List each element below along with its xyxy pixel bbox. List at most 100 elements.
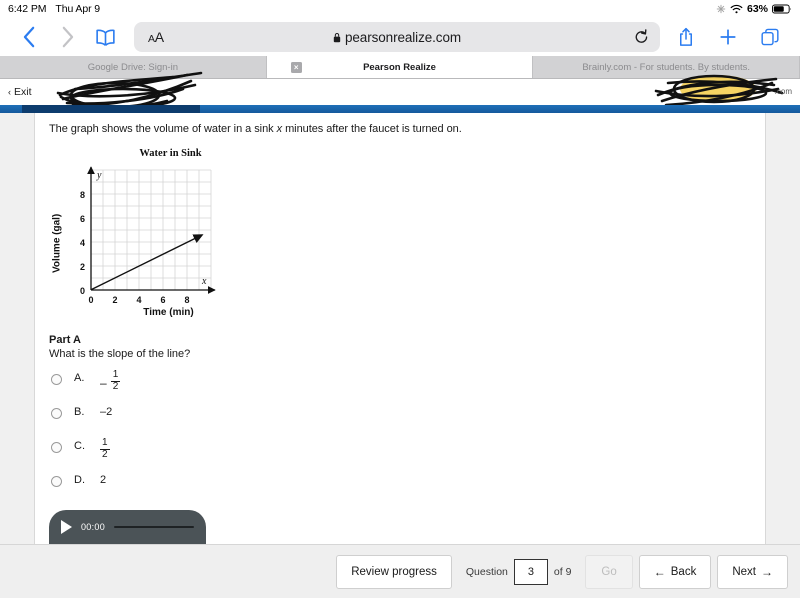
url-text: pearsonrealize.com [344, 29, 461, 45]
app-blue-bar-accent [22, 105, 200, 113]
next-label: Next [732, 565, 756, 578]
browser-tab-brainly[interactable]: Brainly.com - For students. By students. [533, 56, 800, 78]
choice-a-denominator: 2 [112, 380, 119, 392]
chart-y-axis-label: Volume (gal) [51, 213, 63, 273]
ios-status-bar: 6:42 PM Thu Apr 9 63% [0, 0, 800, 18]
tabs-overview-button[interactable] [750, 22, 790, 52]
next-arrow-icon: → [761, 564, 773, 579]
wifi-icon [730, 4, 743, 14]
sparkle-icon [716, 4, 726, 14]
part-label: Part A [49, 334, 81, 346]
prompt-text-before: The graph shows the volume of water in a… [49, 123, 277, 135]
answer-choice-b[interactable]: B. –2 [49, 405, 751, 439]
choice-a-fraction: 1 2 [110, 369, 121, 393]
status-date: Thu Apr 9 [55, 3, 101, 15]
go-button[interactable]: Go [585, 554, 633, 589]
radio-button-b[interactable] [51, 408, 62, 419]
browser-tab-bar: Google Drive: Sign-in × Pearson Realize … [0, 56, 800, 79]
choice-a-numerator: 1 [112, 369, 119, 380]
svg-text:8: 8 [80, 190, 85, 200]
toolbar-right-group [666, 22, 790, 52]
text-size-button[interactable]: AAAA [142, 29, 170, 45]
svg-text:0: 0 [88, 295, 93, 305]
choice-c-fraction: 1 2 [100, 437, 110, 461]
chart-plot-row: Volume (gal) y x 0 2 4 6 8 0 2 4 6 8 [49, 164, 264, 306]
answer-choice-a[interactable]: A. – 1 2 [49, 369, 751, 405]
choice-value-d: 2 [100, 474, 107, 486]
back-arrow-icon: ← [653, 564, 666, 579]
browser-forward-button[interactable] [48, 22, 86, 52]
radio-button-c[interactable] [51, 442, 62, 453]
question-text: What is the slope of the line? [49, 348, 191, 360]
browser-tab-pearson-realize[interactable]: × Pearson Realize [266, 56, 534, 78]
address-bar[interactable]: AAAA pearsonrealize.com [134, 22, 660, 52]
answer-choice-c[interactable]: C. 1 2 [49, 437, 751, 473]
app-header: ‹ Exit .com [0, 71, 800, 109]
choice-a-sign: – [100, 376, 107, 391]
back-button[interactable]: ← Back [638, 554, 712, 589]
svg-text:6: 6 [80, 214, 85, 224]
next-button[interactable]: Next → [717, 554, 788, 589]
question-prefix-label: Question [465, 565, 508, 578]
browser-tab-google-drive[interactable]: Google Drive: Sign-in [0, 56, 267, 78]
radio-button-d[interactable] [51, 476, 62, 487]
svg-text:2: 2 [112, 295, 117, 305]
bookmarks-book-icon[interactable] [86, 22, 124, 52]
question-prompt: The graph shows the volume of water in a… [49, 123, 751, 135]
exit-chevron-icon: ‹ [8, 87, 11, 97]
choice-value-b: –2 [100, 406, 113, 418]
choice-letter-a: A. [74, 372, 85, 384]
page-gutter-left [0, 113, 35, 544]
page-gutter-right [765, 113, 800, 544]
svg-text:8: 8 [184, 295, 189, 305]
question-navigator: Question of 9 [458, 555, 580, 589]
svg-text:2: 2 [80, 262, 85, 272]
exit-button[interactable]: ‹ Exit [8, 86, 32, 98]
battery-percent: 63% [746, 3, 768, 15]
prompt-text-after: minutes after the faucet is turned on. [282, 123, 462, 135]
redacted-domain-fragment: .com [774, 87, 792, 96]
svg-text:0: 0 [80, 286, 85, 296]
chart-x-axis-label: Time (min) [143, 307, 194, 318]
choice-letter-b: B. [74, 406, 85, 418]
chart-plot: y x 0 2 4 6 8 0 2 4 6 8 [80, 166, 216, 305]
svg-text:x: x [201, 276, 207, 287]
chart-title: Water in Sink [139, 148, 202, 159]
browser-back-button[interactable] [10, 22, 48, 52]
answer-choice-d[interactable]: D. 2 [49, 473, 751, 507]
svg-text:y: y [96, 170, 102, 181]
audio-progress-slider[interactable] [114, 525, 194, 529]
play-icon[interactable] [61, 520, 72, 534]
tab-title: Pearson Realize [363, 61, 436, 73]
chart-water-in-sink: Water in Sink Volume (gal) y x 0 2 4 6 8… [49, 148, 264, 318]
review-progress-button[interactable]: Review progress [336, 554, 452, 589]
reload-button[interactable] [630, 29, 652, 45]
question-paper: The graph shows the volume of water in a… [35, 113, 765, 544]
url-display: pearsonrealize.com [134, 30, 660, 45]
tab-title: Google Drive: Sign-in [87, 61, 178, 73]
question-suffix-label: of 9 [553, 565, 572, 578]
safari-toolbar: AAAA pearsonrealize.com [0, 18, 800, 56]
question-number-input[interactable] [513, 558, 548, 585]
new-tab-button[interactable] [708, 22, 748, 52]
svg-text:6: 6 [160, 295, 165, 305]
choice-value-a: – 1 2 [100, 369, 121, 395]
back-label: Back [670, 565, 697, 578]
assessment-content-area: The graph shows the volume of water in a… [0, 113, 800, 544]
audio-player[interactable]: 00:00 [49, 510, 206, 544]
answer-choice-list: A. – 1 2 B. –2 C. 1 2 D. 2 [49, 369, 751, 507]
choice-value-c: 1 2 [100, 437, 110, 463]
app-blue-bar [0, 105, 800, 113]
choice-letter-d: D. [74, 474, 85, 486]
status-bar-left: 6:42 PM Thu Apr 9 [8, 3, 100, 15]
choice-c-denominator: 2 [102, 448, 108, 460]
lock-icon [333, 32, 341, 43]
assessment-bottom-toolbar: Review progress Question of 9 Go ← Back … [0, 544, 800, 598]
radio-button-a[interactable] [51, 374, 62, 385]
svg-text:4: 4 [80, 238, 85, 248]
share-button[interactable] [666, 22, 706, 52]
status-bar-right: 63% [716, 3, 792, 15]
tab-close-icon[interactable]: × [290, 61, 302, 73]
choice-c-numerator: 1 [102, 437, 108, 448]
status-time: 6:42 PM [8, 3, 47, 15]
